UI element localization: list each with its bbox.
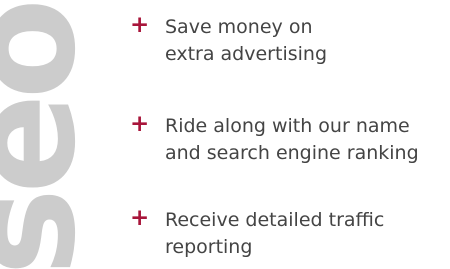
plus-icon: + [130, 111, 150, 137]
seo-benefits-panel: seo + Save money on extra advertising + … [0, 0, 450, 269]
plus-icon: + [130, 12, 150, 38]
benefit-item: + Save money on extra advertising [130, 12, 450, 68]
benefit-text: Receive detailed traffic reporting [165, 209, 385, 258]
seo-watermark: seo [0, 4, 108, 269]
benefit-item: + Receive detailed traffic reporting [130, 205, 450, 261]
benefit-text: Save money on extra advertising [165, 16, 328, 65]
seo-watermark-text: seo [0, 4, 108, 269]
benefit-item: + Ride along with our name and search en… [130, 111, 450, 167]
benefit-text: Ride along with our name and search engi… [165, 115, 419, 164]
plus-icon: + [130, 205, 150, 231]
